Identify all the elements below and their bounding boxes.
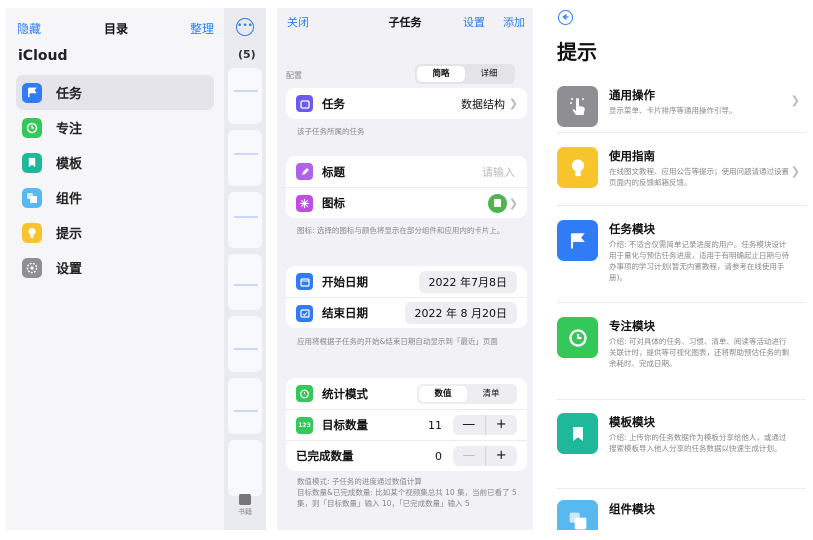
end-date-row: 结束日期 2022 年 8 月20日: [286, 297, 527, 328]
decrement-button[interactable]: —: [453, 446, 485, 466]
ghost-card: [228, 254, 262, 310]
segment-numeric[interactable]: 数值: [419, 385, 467, 402]
lock-item[interactable]: 书籍: [230, 494, 260, 517]
basic-card: 标题 请输入 图标 ❯: [286, 156, 527, 218]
add-button[interactable]: 添加: [503, 14, 525, 30]
lock-icon: [239, 494, 251, 505]
ghost-card: [228, 440, 262, 496]
start-date-row: 开始日期 2022 年7月8日: [286, 266, 527, 297]
chevron-right-icon: ❯: [508, 196, 518, 210]
subtask-panel: 关闭 子任务 设置 添加 配置 简略 详细 任务 数据结构 ❯ 该子任务所属的任…: [277, 8, 533, 530]
segment-brief[interactable]: 简略: [417, 66, 465, 82]
widget-icon: [557, 500, 598, 530]
edit-icon: [296, 163, 313, 180]
more-icon[interactable]: •••: [236, 18, 254, 36]
sparkle-icon: [296, 194, 313, 212]
done-count-stepper: — +: [453, 446, 517, 466]
increment-button[interactable]: +: [484, 415, 518, 435]
ghost-card: [228, 68, 262, 124]
task-note: 该子任务所属的任务: [297, 127, 365, 136]
ghost-card: [228, 192, 262, 248]
bulb-icon: [22, 222, 42, 243]
bookmark-icon: [22, 152, 42, 173]
section-config-label: 配置: [286, 71, 302, 80]
icon-row[interactable]: 图标 ❯: [286, 187, 527, 218]
sidebar-item-focus[interactable]: 专注: [16, 110, 214, 145]
settings-button[interactable]: 设置: [463, 14, 485, 30]
sidebar-item-templates[interactable]: 模板: [16, 145, 214, 180]
clock-icon: [22, 117, 42, 138]
tips-panel: 提示 通用操作 显示菜单、卡片排序等通用操作引导。 ❯ 使用指南 在线图文教程、…: [547, 8, 806, 530]
gear-icon: [22, 257, 42, 278]
selected-icon-preview[interactable]: [488, 193, 507, 213]
sidebar-item-tasks[interactable]: 任务: [16, 75, 214, 110]
sidebar-title: 目录: [104, 22, 129, 36]
sidebar-panel: ••• (5) 书籍 隐藏 目录 整理 iCloud 任务 专注 模板 组件 提…: [6, 8, 266, 530]
stats-note: 数值模式: 子任务的进度通过数值计算 目标数量&已完成数量: 比如某个视频集总共…: [297, 477, 517, 508]
sidebar-item-tips[interactable]: 提示: [16, 215, 214, 250]
increment-button[interactable]: +: [484, 446, 518, 466]
ghost-card: [228, 316, 262, 372]
title-row[interactable]: 标题 请输入: [286, 156, 527, 187]
sidebar-menu: 任务 专注 模板 组件 提示 设置: [16, 75, 214, 285]
task-card: 任务 数据结构 ❯: [286, 88, 527, 119]
organize-button[interactable]: 整理: [190, 20, 214, 37]
back-icon[interactable]: [558, 10, 573, 25]
chevron-right-icon: ❯: [508, 97, 518, 110]
task-value: 数据结构: [461, 97, 505, 111]
ghost-card: [228, 378, 262, 434]
sidebar-item-settings[interactable]: 设置: [16, 250, 214, 285]
segment-detail[interactable]: 详细: [465, 66, 513, 82]
ghost-card: [228, 130, 262, 186]
calendar-icon: [296, 273, 313, 290]
bulb-icon: [557, 147, 598, 188]
stat-mode-row: 统计模式 数值 清单: [286, 378, 527, 409]
bookmark-icon: [557, 413, 598, 454]
hide-button[interactable]: 隐藏: [17, 20, 41, 37]
target-count-value: 11: [428, 418, 442, 432]
page-title: 子任务: [388, 16, 422, 29]
flag-icon: [557, 220, 598, 261]
chevron-right-icon: ❯: [790, 94, 800, 107]
done-count-row: 已完成数量 0 — +: [286, 440, 527, 471]
timer-icon: [296, 385, 313, 402]
hand-tap-icon: [557, 86, 598, 127]
detail-level-segment: 简略 详细: [415, 64, 515, 84]
start-date-picker[interactable]: 2022 年7月8日: [418, 270, 517, 293]
segment-checklist[interactable]: 清单: [467, 386, 515, 402]
icon-note: 图标: 选择的图标与颜色将显示在部分组件和应用内的卡片上。: [297, 226, 505, 235]
chevron-right-icon: ❯: [790, 165, 800, 178]
end-date-picker[interactable]: 2022 年 8 月20日: [404, 302, 517, 324]
calendar-check-icon: [296, 304, 313, 322]
stats-card: 统计模式 数值 清单 123 目标数量 11 — + 已完成数量 0 — +: [286, 378, 527, 471]
page-title: 提示: [557, 40, 597, 64]
stat-mode-segment: 数值 清单: [417, 383, 517, 404]
decrement-button[interactable]: —: [453, 415, 485, 435]
task-row[interactable]: 任务 数据结构 ❯: [286, 88, 527, 119]
folder-icon: [296, 95, 313, 112]
background-list: ••• (5) 书籍: [224, 8, 266, 530]
clock-icon: [557, 317, 598, 358]
task-count-badge: (5): [238, 48, 256, 61]
target-count-row: 123 目标数量 11 — +: [286, 409, 527, 440]
done-count-value: 0: [435, 449, 442, 463]
account-title: iCloud: [18, 48, 68, 64]
target-count-stepper: — +: [453, 415, 517, 435]
number-icon: 123: [296, 416, 313, 434]
widget-icon: [22, 187, 42, 208]
sidebar-item-widgets[interactable]: 组件: [16, 180, 214, 215]
title-input[interactable]: 请输入: [482, 164, 515, 180]
dates-note: 应用将根据子任务的开始&结束日期自动显示到「最近」页面: [297, 337, 498, 346]
dates-card: 开始日期 2022 年7月8日 结束日期 2022 年 8 月20日: [286, 266, 527, 328]
flag-icon: [22, 82, 42, 103]
